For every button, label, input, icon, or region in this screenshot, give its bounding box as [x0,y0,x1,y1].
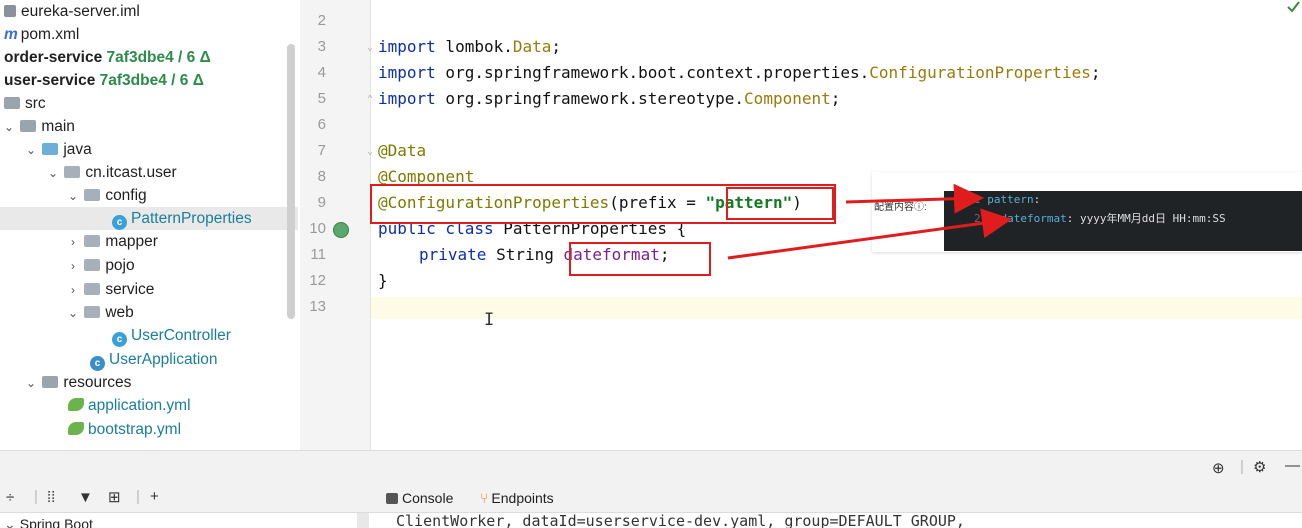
gear-icon[interactable]: ⚙ [1253,458,1266,476]
collapse-all-icon[interactable]: ÷ [6,489,14,506]
console-icon [386,493,398,504]
target-icon[interactable]: ⊕ [1212,459,1225,477]
add-icon[interactable]: + [150,488,159,505]
group-icon[interactable]: ⁞⁞ [47,489,55,506]
filter-icon[interactable]: ▼ [78,489,93,506]
arrow-prefix-to-pattern [845,183,984,214]
tab-label: Endpoints [491,490,554,506]
endpoints-icon: ⑂ [480,490,489,506]
tab-console[interactable]: Console [386,490,453,506]
annotation-arrows [727,1,1300,260]
separator: | [1240,458,1244,475]
console-area: ⌄ Spring Boot ClientWorker, dataId=userse… [0,512,1302,528]
bottom-panel-header: ⊕ | ⚙ — [0,450,1302,487]
separator: | [136,488,140,505]
minimize-icon[interactable]: — [1285,457,1300,474]
tab-label: Console [402,490,454,506]
new-tab-icon[interactable]: ⊞ [108,488,121,506]
check-icon [1287,1,1300,13]
services-tree-item[interactable]: ⌄ Spring Boot [4,516,93,528]
arrow-field-to-dateformat [727,208,1012,260]
separator: | [34,488,38,505]
splitter[interactable] [357,513,369,528]
services-toolbar: ÷ | ⁞⁞ ▼ ⊞ | + [0,486,1302,512]
tab-endpoints[interactable]: ⑂ Endpoints [480,490,554,506]
tree-item-label: Spring Boot [19,516,93,528]
console-output-line: ClientWorker, dataId=userservice-dev.yam… [396,512,965,528]
chevron-down-icon[interactable]: ⌄ [4,516,16,528]
